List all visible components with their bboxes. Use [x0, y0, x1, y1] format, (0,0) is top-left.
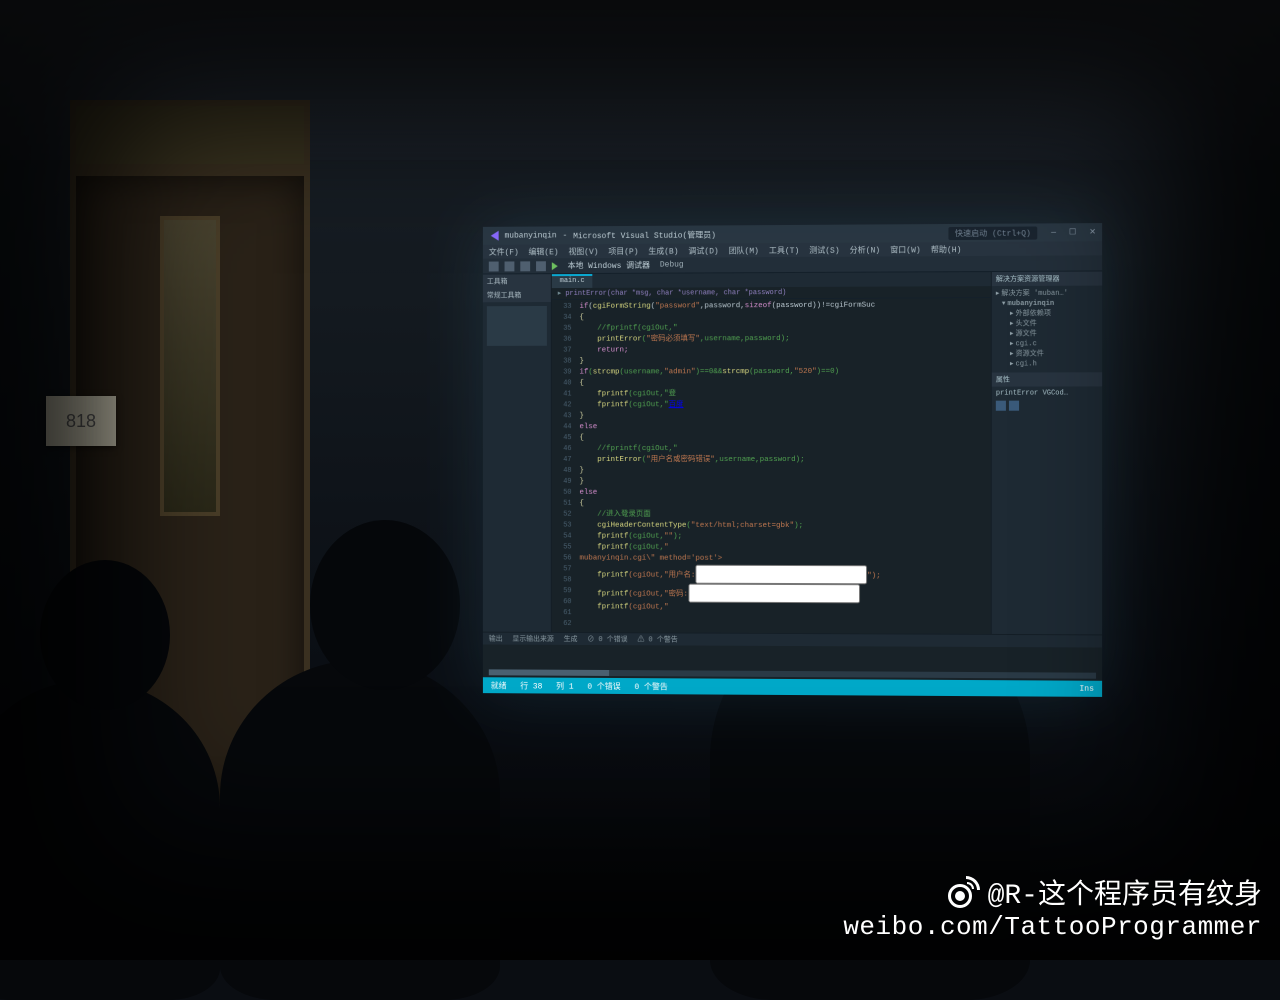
menu-item[interactable]: 编辑(E) — [529, 246, 559, 257]
solution-explorer-panel[interactable]: 解决方案资源管理器 ▸解决方案 'muban…'▾mubanyinqin▸外部依… — [991, 271, 1102, 634]
save-icon[interactable] — [520, 261, 530, 271]
menu-item[interactable]: 窗口(W) — [890, 244, 921, 255]
menu-item[interactable]: 生成(B) — [648, 245, 678, 256]
properties-header: 属性 — [992, 372, 1102, 386]
person-silhouette-2 — [220, 660, 500, 1000]
status-line: 行 38 — [520, 680, 542, 691]
menu-item[interactable]: 工具(T) — [769, 244, 799, 255]
code-editor[interactable]: 33 34 35 36 37 38 39 40 41 42 43 44 45 4… — [552, 298, 991, 634]
status-ready: 就绪 — [491, 680, 507, 691]
output-tab[interactable]: 显示输出来源 — [512, 634, 553, 644]
weibo-watermark: @R-这个程序员有纹身 weibo.com/TattooProgrammer — [843, 872, 1262, 942]
door-window — [160, 216, 220, 516]
person-silhouette-1 — [0, 680, 220, 1000]
menu-item[interactable]: 调试(D) — [688, 245, 718, 256]
start-debug-icon[interactable] — [552, 262, 558, 270]
line-number-gutter: 33 34 35 36 37 38 39 40 41 42 43 44 45 4… — [552, 300, 576, 632]
warnings-count[interactable]: ⚠ 0 个警告 — [637, 634, 677, 644]
minimize-icon[interactable]: — — [1051, 228, 1056, 237]
editor-area: main.c ▸ printError(char *msg, char *use… — [552, 272, 991, 634]
status-warnings: 0 个警告 — [634, 681, 667, 692]
menu-item[interactable]: 文件(F) — [489, 246, 519, 257]
errors-count[interactable]: ⊘ 0 个错误 — [587, 634, 627, 644]
room-background: 818 mubanyinqin - Microsoft Visual Studi… — [0, 0, 1280, 960]
output-body — [483, 645, 1102, 681]
title-app: Microsoft Visual Studio(管理员) — [573, 229, 716, 241]
toolbox-placeholder — [487, 306, 547, 346]
door-transom — [70, 100, 310, 170]
status-errors: 0 个错误 — [587, 680, 620, 691]
solution-tree[interactable]: ▸解决方案 'muban…'▾mubanyinqin▸外部依赖项▸头文件▸源文件… — [992, 286, 1102, 373]
visual-studio-logo-icon — [489, 231, 499, 241]
menu-item[interactable]: 项目(P) — [608, 245, 638, 256]
menu-item[interactable]: 团队(M) — [729, 245, 759, 256]
projected-visual-studio-window: mubanyinqin - Microsoft Visual Studio(管理… — [483, 223, 1102, 697]
title-project: mubanyinqin — [505, 231, 557, 240]
output-tab[interactable]: 输出 — [489, 634, 503, 644]
config-dropdown[interactable]: Debug — [660, 261, 684, 270]
status-col: 列 1 — [556, 680, 573, 691]
prop-icon[interactable] — [1009, 401, 1019, 411]
maximize-icon[interactable]: ☐ — [1069, 228, 1076, 237]
menu-item[interactable]: 测试(S) — [809, 244, 839, 255]
prop-icon[interactable] — [996, 401, 1006, 411]
code-content[interactable]: if(cgiFormString("password",password,siz… — [576, 298, 991, 634]
properties-grid[interactable]: printError VGCod… — [992, 386, 1102, 413]
output-tab[interactable]: 生成 — [564, 634, 578, 644]
menu-item[interactable]: 分析(N) — [850, 244, 880, 255]
debug-target[interactable]: 本地 Windows 调试器 — [564, 260, 654, 271]
save-all-icon[interactable] — [536, 261, 546, 271]
function-signature: printError(char *msg, char *username, ch… — [565, 289, 786, 298]
menu-item[interactable]: 帮助(H) — [931, 244, 962, 255]
quick-launch-input[interactable]: 快速启动 (Ctrl+Q) — [949, 226, 1037, 240]
door-number-plate: 818 — [46, 396, 116, 446]
nav-fwd-icon[interactable] — [505, 261, 515, 271]
weibo-handle: @R-这个程序员有纹身 — [988, 872, 1262, 912]
solution-explorer-header: 解决方案资源管理器 — [992, 271, 1102, 286]
horizontal-scrollbar[interactable] — [489, 669, 1096, 678]
toolbox-header: 工具箱 — [483, 274, 551, 288]
window-controls[interactable]: — ☐ ✕ — [1043, 227, 1096, 237]
property-item: printError VGCod… — [996, 389, 1098, 397]
output-panel[interactable]: 输出显示输出来源 生成 ⊘ 0 个错误 ⚠ 0 个警告 — [483, 632, 1102, 681]
close-icon[interactable]: ✕ — [1089, 228, 1096, 237]
toolbox-subheader: 常规工具箱 — [483, 288, 551, 302]
weibo-logo-icon — [948, 876, 980, 908]
toolbox-panel[interactable]: 工具箱 常规工具箱 — [483, 274, 552, 632]
status-ins: Ins — [1079, 684, 1094, 693]
nav-back-icon[interactable] — [489, 261, 499, 271]
menu-item[interactable]: 视图(V) — [568, 246, 598, 257]
editor-tab-main-c[interactable]: main.c — [552, 274, 593, 288]
weibo-url: weibo.com/TattooProgrammer — [843, 912, 1262, 942]
